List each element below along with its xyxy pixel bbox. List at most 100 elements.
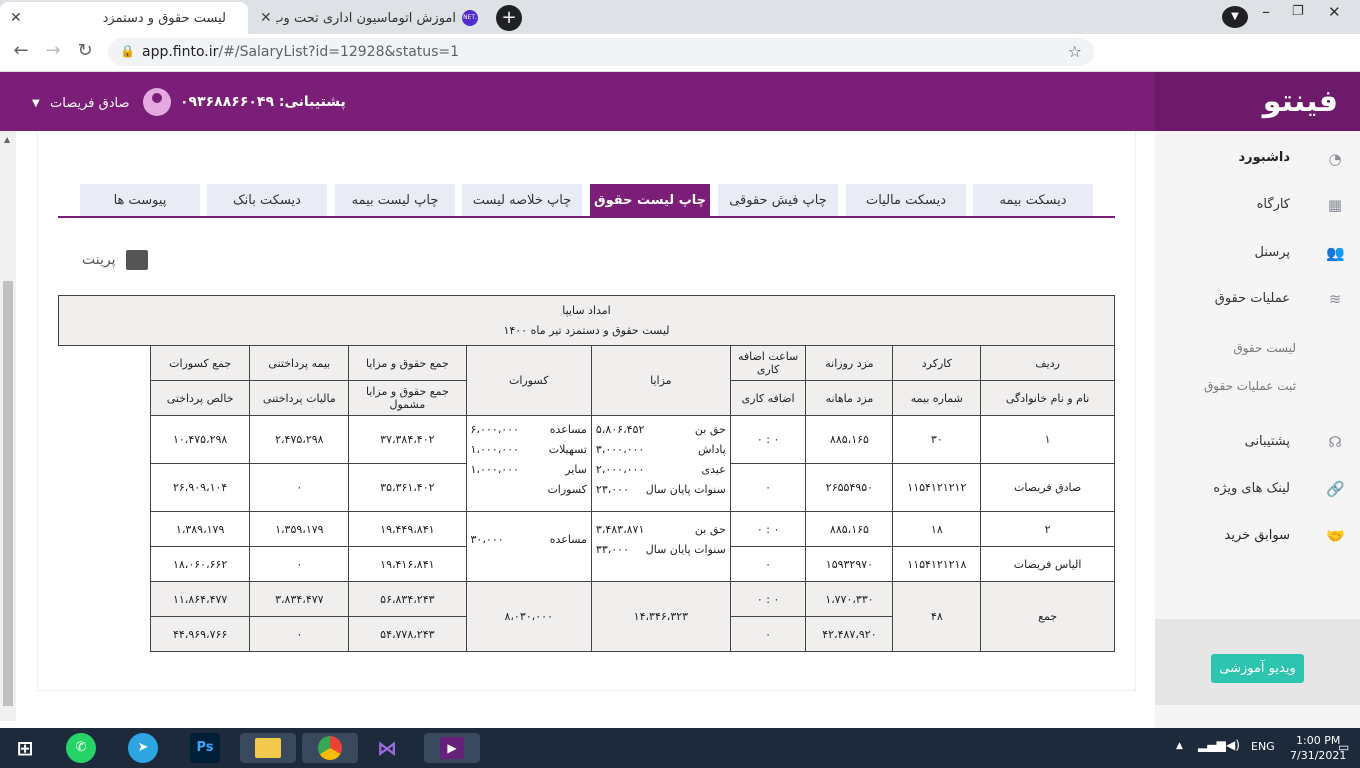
print-label: پرینت [82,252,116,268]
scrollbar[interactable]: ▲ [0,131,16,721]
finto-logo[interactable]: فینتو [1155,72,1360,131]
sidebar-item-personnel[interactable]: پرسنل [1255,245,1290,260]
cell-insurance: ۱،۳۵۹،۱۷۹ [249,511,350,547]
sum-monthly: ۴۲،۴۸۷،۹۲۰ [805,616,894,652]
chrome-icon[interactable] [302,733,358,763]
sum-insurance: ۳،۸۳۴،۴۷۷ [249,581,350,617]
cell-insurance-no: ۱۱۵۴۱۲۱۲۱۸ [892,546,982,582]
col-work: کارکرد [892,345,982,381]
deduction-label: مساعده [549,533,587,546]
deduction-value: ۱،۰۰۰،۰۰۰ [470,443,519,456]
deduction-label: تسهیلات [548,443,587,456]
deduction-value: ۳۰،۰۰۰ [470,533,504,546]
close-tab-icon[interactable]: ✕ [260,10,272,26]
photoshop-icon[interactable]: Ps [190,733,220,763]
tab-print-payslip[interactable]: چاپ فیش حقوقی [718,184,838,217]
chevron-down-icon[interactable]: ▼ [32,98,40,109]
cell-net: ۲۶،۹۰۹،۱۰۴ [149,463,251,512]
tab-attachments[interactable]: پیوست ها [80,184,200,217]
benefit-value: ۳،۰۰۰،۰۰۰ [595,443,645,456]
scrollbar-thumb[interactable] [3,281,13,706]
sidebar-item-dashboard[interactable]: داشبورد [1238,150,1290,165]
sidebar-item-support[interactable]: پشتیبانی [1245,434,1290,449]
benefit-label: سنوات پایان سال [645,483,726,496]
tray-chevron-icon[interactable]: ▲ [1176,741,1183,751]
benefit-value: ۲۳،۰۰۰ [595,483,629,496]
benefit-value: ۵،۸۰۶،۴۵۲ [595,423,645,436]
col-name: نام و نام خانوادگی [980,380,1115,416]
sum-benefits: ۱۴،۳۴۶،۳۲۳ [590,581,731,652]
col-taxable: جمع حقوق و مزایا مشمول [348,380,467,416]
handshake-icon: 🤝 [1326,527,1345,545]
tab-title: لیست حقوق و دستمزد [102,10,226,26]
language-indicator[interactable]: ENG [1251,740,1275,753]
windows-start-icon[interactable]: ⊞ [10,733,40,763]
browser-tab-active[interactable]: لیست حقوق و دستمزد ✕ [0,2,248,34]
tab-print-summary[interactable]: چاپ خلاصه لیست [462,184,582,217]
col-benefits: مزایا [590,345,731,416]
video-tutorial-button[interactable]: ویدیو آموزشی [1211,654,1304,683]
scroll-up-icon[interactable]: ▲ [4,135,10,144]
cell-daily: ۸۸۵،۱۶۵ [805,511,894,547]
vs-preview-icon[interactable]: ▶ [424,733,480,763]
support-info: پشتیبانی: ۰۹۳۶۸۸۶۶۰۴۹ [180,94,346,110]
restore-icon[interactable]: ❐ [1292,4,1304,19]
minimize-icon[interactable]: – [1262,2,1270,21]
sidebar-item-salary-list[interactable]: لیست حقوق [1233,341,1296,355]
benefit-label: حق بن [694,423,726,436]
cell-ot-pay: ۰ [729,546,807,582]
tab-print-salary-list[interactable]: چاپ لیست حقوق [590,184,710,217]
tab-print-insurance-list[interactable]: چاپ لیست بیمه [335,184,455,217]
user-name[interactable]: صادق فریصات [50,96,130,111]
url-input[interactable]: 🔒 app.finto.ir/#/SalaryList?id=12928&sta… [108,38,1094,66]
deduction-value: ۶،۰۰۰،۰۰۰ [470,423,519,436]
col-insurance: بیمه پرداختنی [249,345,350,381]
volume-icon[interactable]: ◀) [1226,738,1240,752]
sum-taxable: ۵۴،۷۷۸،۲۴۳ [348,616,467,652]
cell-row: ۲ [980,511,1115,547]
back-icon[interactable]: ← [8,40,34,61]
forward-icon[interactable]: → [40,40,66,61]
headset-icon: ☊ [1328,433,1342,451]
close-tab-icon[interactable]: ✕ [10,10,22,26]
support-phone: ۰۹۳۶۸۸۶۶۰۴۹ [180,94,274,110]
cell-total-pay: ۳۷،۳۸۴،۴۰۲ [348,415,467,464]
network-icon[interactable]: ▂▄▆ [1198,738,1226,752]
sum-work: ۴۸ [892,581,982,652]
file-explorer-icon[interactable] [240,733,296,763]
cell-insurance-no: ۱۱۵۴۱۲۱۲۱۲ [892,463,982,512]
sum-label: جمع [980,581,1115,652]
close-window-icon[interactable]: ✕ [1328,3,1341,21]
tab-tax-disk[interactable]: دیسکت مالیات [846,184,966,217]
col-total-pay: جمع حقوق و مزایا [348,345,467,381]
col-insurance-no: شماره بیمه [892,380,982,416]
print-button[interactable]: پرینت [82,250,148,270]
whatsapp-icon[interactable]: ✆ [66,733,96,763]
url-path: /#/SalaryList?id=12928&status=1 [218,44,460,60]
sum-ot: ۰ : ۰ [729,581,807,617]
sum-ot-pay: ۰ [729,616,807,652]
url-host: app.finto.ir [142,44,219,60]
sidebar-item-purchase-history[interactable]: سوابق خرید [1225,528,1290,543]
tab-bank-disk[interactable]: دیسکت بانک [207,184,327,217]
user-avatar-icon[interactable] [143,88,171,116]
cell-total-deductions: ۱،۳۸۹،۱۷۹ [149,511,251,547]
new-tab-button[interactable]: + [496,5,522,31]
telegram-icon[interactable]: ➤ [128,733,158,763]
bookmark-star-icon[interactable]: ☆ [1068,42,1082,61]
tab-insurance-disk[interactable]: دیسکت بیمه [973,184,1093,217]
support-label: پشتیبانی: [278,94,346,110]
sidebar-item-special-links[interactable]: لینک های ویژه [1213,481,1290,496]
tab-search-icon[interactable]: ▼ [1222,6,1248,28]
sum-total-pay: ۵۶،۸۳۴،۲۴۳ [348,581,467,617]
sidebar-item-payroll-ops[interactable]: عملیات حقوق [1215,291,1290,306]
benefit-label: پاداش [698,443,726,456]
table-title-row: امداد سایپا لیست حقوق و دستمزد تیر ماه ۱… [58,295,1115,346]
reload-icon[interactable]: ↻ [72,40,98,61]
visual-studio-icon[interactable]: ⋈ [372,733,402,763]
notifications-icon[interactable]: ▭ [1338,740,1349,754]
sidebar-item-workshop[interactable]: کارگاه [1257,197,1290,212]
cell-monthly: ۱۵۹۳۲۹۷۰ [805,546,894,582]
sidebar-item-register-payroll[interactable]: ثبت عملیات حقوق [1204,379,1296,393]
browser-tab[interactable]: .NET آموزش اتوماسیون اداری تحت وب با ✕ [250,2,488,34]
